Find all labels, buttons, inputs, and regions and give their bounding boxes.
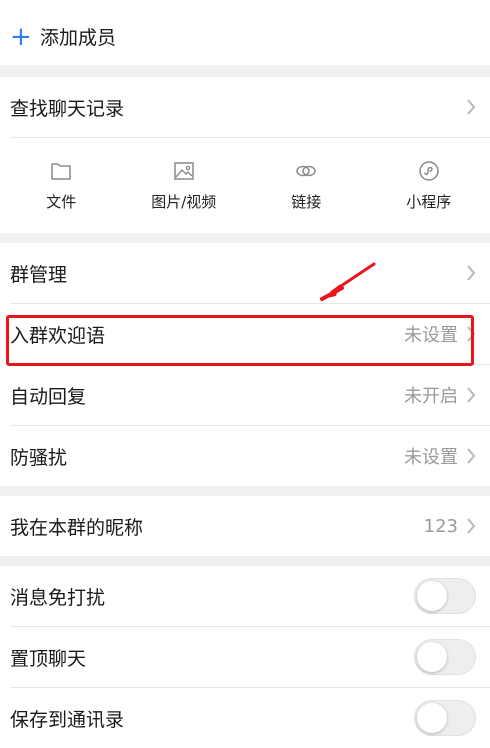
nickname-section: 我在本群的昵称 123	[0, 496, 490, 556]
nickname-row[interactable]: 我在本群的昵称 123	[0, 496, 490, 556]
media-shortcuts: 文件 图片/视频 链接 小程序	[0, 138, 490, 233]
media-files-label: 文件	[46, 193, 77, 211]
chevron-right-icon	[467, 326, 476, 342]
toggle-knob	[417, 703, 447, 733]
toggle-knob	[417, 642, 447, 672]
group-manage-label: 群管理	[10, 263, 68, 286]
media-images-label: 图片/视频	[151, 193, 217, 211]
chevron-right-icon	[467, 265, 476, 281]
save-contacts-toggle[interactable]	[414, 700, 476, 736]
mute-label: 消息免打扰	[10, 586, 106, 609]
pin-chat-row: 置顶聊天	[0, 627, 490, 687]
add-member-label: 添加成员	[40, 27, 117, 49]
search-history-row[interactable]: 查找聊天记录	[0, 77, 490, 137]
anti-harassment-row[interactable]: 防骚扰 未设置	[0, 426, 490, 486]
media-links-label: 链接	[291, 193, 322, 211]
anti-harassment-label: 防骚扰	[10, 446, 68, 469]
chevron-right-icon	[467, 99, 476, 115]
auto-reply-label: 自动回复	[10, 385, 87, 408]
auto-reply-value: 未开启	[404, 386, 458, 407]
media-files[interactable]: 文件	[0, 159, 123, 212]
media-links[interactable]: 链接	[245, 159, 368, 212]
media-images[interactable]: 图片/视频	[123, 159, 246, 212]
chevron-right-icon	[467, 387, 476, 403]
media-mini-programs[interactable]: 小程序	[368, 159, 490, 212]
anti-harassment-value: 未设置	[404, 447, 458, 468]
nickname-value: 123	[423, 515, 458, 537]
welcome-message-value: 未设置	[404, 325, 458, 346]
save-contacts-row: 保存到通讯录	[0, 688, 490, 748]
auto-reply-row[interactable]: 自动回复 未开启	[0, 365, 490, 425]
save-contacts-label: 保存到通讯录	[10, 708, 125, 731]
group-settings-section: 群管理 入群欢迎语 未设置 自动回复 未开启 防骚扰 未设置	[0, 243, 490, 486]
toggle-section: 消息免打扰 置顶聊天 保存到通讯录	[0, 566, 490, 748]
pin-chat-toggle[interactable]	[414, 639, 476, 675]
welcome-message-label: 入群欢迎语	[10, 324, 106, 347]
toggle-knob	[417, 581, 447, 611]
search-history-label: 查找聊天记录	[10, 97, 125, 120]
mute-toggle[interactable]	[414, 578, 476, 614]
link-icon	[296, 165, 316, 177]
top-section: + 添加成员	[0, 0, 490, 65]
image-icon	[174, 162, 194, 180]
folder-icon	[51, 163, 71, 180]
media-mini-programs-label: 小程序	[406, 193, 452, 211]
pin-chat-label: 置顶聊天	[10, 647, 87, 670]
mini-program-icon	[419, 161, 439, 181]
nickname-label: 我在本群的昵称	[10, 516, 144, 539]
mute-row: 消息免打扰	[0, 566, 490, 626]
plus-icon: +	[10, 21, 32, 52]
history-section: 查找聊天记录 文件 图片/视频 链接 小程序	[0, 77, 490, 233]
group-manage-row[interactable]: 群管理	[0, 243, 490, 303]
add-member-row[interactable]: + 添加成员	[0, 0, 490, 65]
welcome-message-row[interactable]: 入群欢迎语 未设置	[0, 304, 490, 364]
chevron-right-icon	[467, 448, 476, 464]
chevron-right-icon	[467, 518, 476, 534]
